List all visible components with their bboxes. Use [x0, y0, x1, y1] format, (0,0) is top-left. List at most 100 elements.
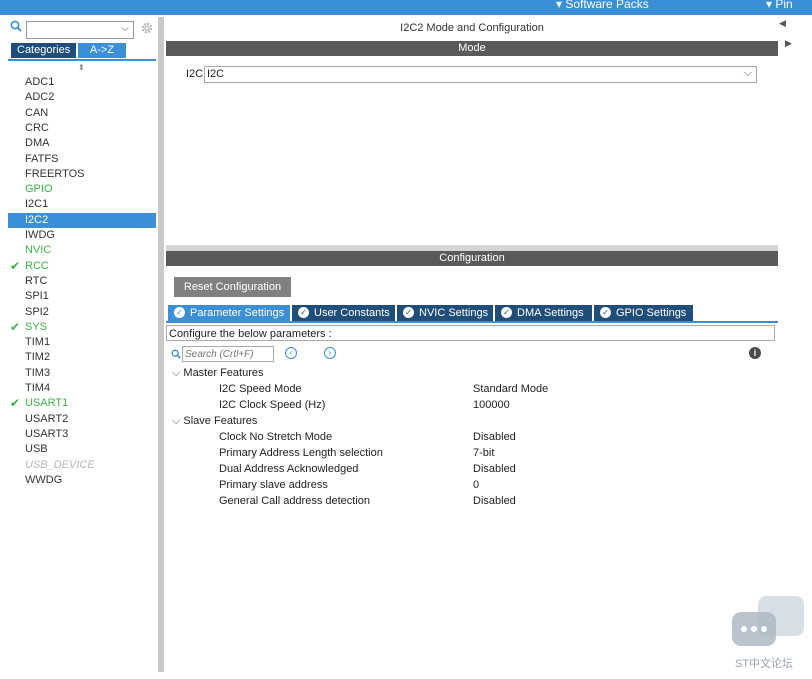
i2c-label: I2C: [186, 68, 204, 80]
parameter-value[interactable]: 0: [473, 477, 479, 493]
component-item-adc2[interactable]: ADC2: [8, 90, 156, 105]
component-item-usart2[interactable]: USART2: [8, 412, 156, 427]
component-item-label: RTC: [25, 274, 48, 287]
software-packs-menu[interactable]: ▾ Software Packs: [556, 0, 649, 11]
parameter-value[interactable]: Disabled: [473, 461, 516, 477]
component-item-label: USB_DEVICE: [25, 458, 95, 471]
parameter-search-input[interactable]: [182, 346, 274, 362]
component-item-spi1[interactable]: SPI1: [8, 289, 156, 304]
component-item-sys[interactable]: ✔ SYS: [8, 320, 156, 335]
info-icon[interactable]: i: [749, 347, 761, 359]
component-search-input[interactable]: ⌵: [26, 21, 134, 39]
parameter-value[interactable]: Disabled: [473, 429, 516, 445]
component-item-tim1[interactable]: TIM1: [8, 335, 156, 350]
parameter-name: I2C Speed Mode: [219, 383, 302, 395]
chevron-down-icon[interactable]: ⌵: [172, 415, 183, 427]
pinout-menu[interactable]: ▾ Pin: [766, 0, 793, 11]
tab-categories[interactable]: Categories: [11, 43, 77, 58]
component-item-i2c2[interactable]: I2C2: [8, 212, 156, 228]
component-item-freertos[interactable]: FREERTOS: [8, 167, 156, 182]
reset-configuration-button[interactable]: Reset Configuration: [174, 277, 291, 297]
tab-nvic-settings[interactable]: ✓ NVIC Settings: [397, 305, 493, 321]
component-item-usb-device[interactable]: USB_DEVICE: [8, 458, 156, 473]
component-item-label: TIM2: [25, 351, 51, 364]
parameter-value[interactable]: Standard Mode: [473, 381, 548, 397]
configure-description: Configure the below parameters :: [166, 325, 775, 341]
component-item-usb[interactable]: USB: [8, 442, 156, 457]
check-icon: ✓: [403, 307, 414, 318]
tab-dma-settings[interactable]: ✓ DMA Settings: [495, 305, 592, 321]
top-toolbar: ▾ Software Packs ▾ Pin: [0, 0, 812, 15]
i2c-mode-select[interactable]: I2C ⌵: [204, 66, 757, 83]
component-item-can[interactable]: CAN: [8, 106, 156, 121]
component-item-label: CRC: [25, 121, 49, 134]
parameter-group-header[interactable]: ⌵ Master Features: [172, 365, 264, 381]
component-item-label: FREERTOS: [25, 167, 85, 180]
component-item-wwdg[interactable]: WWDG: [8, 473, 156, 488]
tab-user-constants[interactable]: ✓ User Constants: [292, 305, 395, 321]
search-previous-icon[interactable]: ‹: [285, 347, 297, 359]
chevron-down-icon[interactable]: ⌵: [172, 367, 183, 379]
software-packs-label: Software Packs: [565, 0, 649, 11]
component-item-spi2[interactable]: SPI2: [8, 305, 156, 320]
component-item-label: FATFS: [25, 152, 59, 165]
check-icon: ✓: [501, 307, 512, 318]
chat-icon: [732, 596, 804, 646]
component-item-nvic[interactable]: NVIC: [8, 243, 156, 258]
component-item-label: SPI1: [25, 290, 49, 303]
component-item-dma[interactable]: DMA: [8, 136, 156, 151]
check-icon: ✓: [298, 307, 309, 318]
component-item-rtc[interactable]: RTC: [8, 274, 156, 289]
component-item-rcc[interactable]: ✔ RCC: [8, 259, 156, 274]
i2c-mode-value: I2C: [207, 68, 225, 80]
parameter-value[interactable]: Disabled: [473, 493, 516, 509]
parameter-name: Dual Address Acknowledged: [219, 463, 359, 475]
component-item-i2c1[interactable]: I2C1: [8, 197, 156, 212]
component-item-label: USART2: [25, 412, 69, 425]
parameter-value[interactable]: 7-bit: [473, 445, 494, 461]
search-next-icon[interactable]: ›: [324, 347, 336, 359]
component-item-label: NVIC: [25, 244, 52, 257]
component-item-iwdg[interactable]: IWDG: [8, 228, 156, 243]
sidebar-splitter[interactable]: [158, 17, 164, 672]
tab-a-z[interactable]: A->Z: [78, 43, 126, 58]
component-item-label: I2C1: [25, 198, 49, 211]
component-item-tim2[interactable]: TIM2: [8, 350, 156, 365]
component-item-label: USART3: [25, 427, 69, 440]
chevron-down-icon[interactable]: ⌵: [121, 23, 129, 34]
component-item-label: TIM4: [25, 382, 51, 394]
mode-configuration-panel: I2C2 Mode and Configuration Mode I2C I2C…: [166, 17, 778, 679]
component-item-usart1[interactable]: ✔ USART1: [8, 396, 156, 411]
component-item-label: CAN: [25, 106, 49, 119]
component-item-label: IWDG: [25, 229, 55, 241]
component-item-crc[interactable]: CRC: [8, 121, 156, 136]
component-item-gpio[interactable]: GPIO: [8, 182, 156, 197]
gear-icon[interactable]: [140, 21, 154, 38]
component-item-fatfs[interactable]: FATFS: [8, 152, 156, 167]
component-item-label: TIM3: [25, 366, 51, 379]
tab-label: Parameter Settings: [190, 307, 285, 319]
parameter-value[interactable]: 100000: [473, 397, 510, 413]
forum-watermark-text: ST中文论坛: [735, 658, 794, 670]
parameter-name: Primary slave address: [219, 479, 328, 491]
configuration-header: Configuration: [166, 251, 778, 266]
component-item-adc1[interactable]: ADC1: [8, 75, 156, 90]
mode-header: Mode: [166, 41, 778, 56]
search-icon: [171, 349, 181, 362]
tab-label: NVIC Settings: [419, 307, 489, 319]
component-item-label: USART1: [25, 397, 69, 410]
parameter-group-header[interactable]: ⌵ Slave Features: [172, 413, 257, 429]
check-icon: ✔: [10, 258, 21, 273]
component-item-tim4[interactable]: TIM4: [8, 381, 156, 396]
collapse-right-icon[interactable]: ◀: [779, 18, 786, 29]
component-item-tim3[interactable]: TIM3: [8, 366, 156, 381]
expand-right-icon[interactable]: ▶: [785, 38, 792, 49]
sort-icon[interactable]: ⬍: [78, 63, 85, 72]
tab-underline: [166, 321, 778, 323]
tab-parameter-settings[interactable]: ✓ Parameter Settings: [168, 305, 290, 321]
component-item-usart3[interactable]: USART3: [8, 427, 156, 442]
parameter-name: General Call address detection: [219, 495, 371, 507]
chevron-down-icon: ⌵: [743, 67, 752, 79]
forum-watermark: [732, 596, 804, 652]
tab-gpio-settings[interactable]: ✓ GPIO Settings: [594, 305, 693, 321]
